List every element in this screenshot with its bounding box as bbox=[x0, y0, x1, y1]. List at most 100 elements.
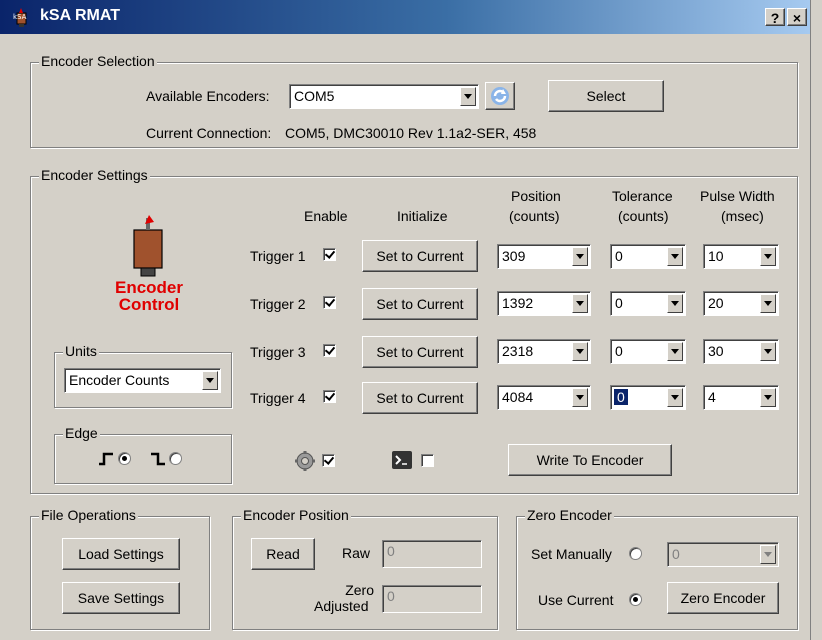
position-header-1: Position bbox=[511, 188, 561, 204]
pulse-width-header-1: Pulse Width bbox=[700, 188, 775, 204]
chevron-down-icon[interactable] bbox=[760, 342, 776, 361]
chevron-down-icon[interactable] bbox=[667, 342, 683, 361]
available-encoders-label: Available Encoders: bbox=[146, 88, 270, 104]
trigger-3-set-button[interactable]: Set to Current bbox=[362, 336, 478, 368]
load-settings-button[interactable]: Load Settings bbox=[62, 538, 180, 570]
encoder-control-logo: Encoder Control bbox=[104, 279, 194, 313]
trigger-3-tolerance-select[interactable]: 0 bbox=[610, 339, 686, 364]
chevron-down-icon[interactable] bbox=[572, 294, 588, 313]
read-button[interactable]: Read bbox=[251, 538, 315, 570]
console-icon bbox=[392, 451, 412, 469]
zero-encoder-button[interactable]: Zero Encoder bbox=[667, 582, 779, 614]
chevron-down-icon[interactable] bbox=[572, 247, 588, 266]
chevron-down-icon[interactable] bbox=[760, 388, 776, 407]
chevron-down-icon[interactable] bbox=[202, 371, 218, 390]
chevron-down-icon[interactable] bbox=[667, 294, 683, 313]
trigger-4-tolerance-select[interactable]: 0 bbox=[610, 385, 686, 410]
zero-encoder-legend: Zero Encoder bbox=[525, 507, 614, 523]
trigger-2-position-value: 1392 bbox=[502, 295, 534, 311]
chevron-down-icon[interactable] bbox=[667, 388, 683, 407]
window-right-frame bbox=[810, 0, 822, 640]
trigger-4-pulse-value: 4 bbox=[708, 389, 716, 405]
encoder-settings-legend: Encoder Settings bbox=[39, 167, 150, 183]
trigger-1-label: Trigger 1 bbox=[250, 248, 306, 264]
select-button[interactable]: Select bbox=[548, 80, 664, 112]
chevron-down-icon[interactable] bbox=[667, 247, 683, 266]
set-manually-value: 0 bbox=[672, 546, 680, 562]
edge-legend: Edge bbox=[63, 425, 100, 441]
units-legend: Units bbox=[63, 343, 99, 359]
trigger-3-tolerance-value: 0 bbox=[615, 343, 623, 359]
initialize-header: Initialize bbox=[397, 208, 448, 224]
enable-header: Enable bbox=[304, 208, 348, 224]
current-connection-label: Current Connection: bbox=[146, 125, 272, 141]
raw-label: Raw bbox=[342, 545, 371, 561]
app-logo-icon: kSA bbox=[13, 8, 27, 27]
trigger-4-set-button[interactable]: Set to Current bbox=[362, 382, 478, 414]
chevron-down-icon[interactable] bbox=[760, 545, 776, 564]
trigger-2-pulse-select[interactable]: 20 bbox=[703, 291, 779, 316]
close-button[interactable]: × bbox=[787, 8, 807, 26]
trigger-1-set-button[interactable]: Set to Current bbox=[362, 240, 478, 272]
chevron-down-icon[interactable] bbox=[760, 294, 776, 313]
encoder-selection-legend: Encoder Selection bbox=[39, 53, 157, 69]
trigger-4-tolerance-value: 0 bbox=[613, 388, 629, 406]
refresh-button[interactable] bbox=[485, 82, 515, 110]
trigger-4-position-value: 4084 bbox=[502, 389, 534, 405]
trigger-1-tolerance-value: 0 bbox=[615, 248, 623, 264]
trigger-1-position-value: 309 bbox=[502, 248, 526, 264]
raw-value-field: 0 bbox=[382, 540, 482, 568]
trigger-4-pulse-select[interactable]: 4 bbox=[703, 385, 779, 410]
window-title: kSA RMAT bbox=[40, 7, 120, 24]
gear-checkbox[interactable] bbox=[322, 454, 335, 467]
chevron-down-icon[interactable] bbox=[460, 87, 476, 106]
trigger-3-position-value: 2318 bbox=[502, 343, 534, 359]
zero-label-line-1: Zero bbox=[345, 582, 374, 598]
console-checkbox[interactable] bbox=[421, 454, 434, 467]
svg-text:kSA: kSA bbox=[13, 13, 27, 21]
trigger-2-position-select[interactable]: 1392 bbox=[497, 291, 591, 316]
set-manually-label: Set Manually bbox=[531, 546, 612, 562]
help-button[interactable]: ? bbox=[765, 8, 785, 26]
falling-edge-radio[interactable] bbox=[169, 452, 182, 465]
available-encoders-select[interactable]: COM5 bbox=[289, 84, 479, 109]
encoder-position-legend: Encoder Position bbox=[241, 507, 351, 523]
current-connection-value: COM5, DMC30010 Rev 1.1a2-SER, 458 bbox=[285, 125, 537, 141]
tolerance-header-1: Tolerance bbox=[612, 188, 673, 204]
trigger-1-position-select[interactable]: 309 bbox=[497, 244, 591, 269]
falling-edge-icon bbox=[151, 452, 165, 466]
trigger-2-enable-checkbox[interactable] bbox=[323, 296, 336, 309]
trigger-3-pulse-select[interactable]: 30 bbox=[703, 339, 779, 364]
encoder-device-icon bbox=[133, 215, 163, 277]
units-select[interactable]: Encoder Counts bbox=[64, 368, 221, 393]
zero-label-line-2: Adjusted bbox=[314, 598, 369, 614]
title-bar[interactable]: kSA kSA RMAT ? × bbox=[0, 0, 810, 34]
trigger-2-set-button[interactable]: Set to Current bbox=[362, 288, 478, 320]
trigger-3-position-select[interactable]: 2318 bbox=[497, 339, 591, 364]
chevron-down-icon[interactable] bbox=[572, 342, 588, 361]
chevron-down-icon[interactable] bbox=[572, 388, 588, 407]
refresh-icon bbox=[491, 87, 509, 105]
use-current-label: Use Current bbox=[538, 592, 614, 608]
edge-group: Edge bbox=[54, 425, 232, 484]
trigger-4-position-select[interactable]: 4084 bbox=[497, 385, 591, 410]
trigger-1-enable-checkbox[interactable] bbox=[323, 248, 336, 261]
trigger-4-enable-checkbox[interactable] bbox=[323, 390, 336, 403]
trigger-2-pulse-value: 20 bbox=[708, 295, 724, 311]
file-operations-legend: File Operations bbox=[39, 507, 138, 523]
trigger-3-enable-checkbox[interactable] bbox=[323, 344, 336, 357]
save-settings-button[interactable]: Save Settings bbox=[62, 582, 180, 614]
trigger-1-tolerance-select[interactable]: 0 bbox=[610, 244, 686, 269]
logo-line-2: Control bbox=[118, 295, 180, 314]
rising-edge-radio[interactable] bbox=[118, 452, 131, 465]
app-window: kSA kSA RMAT ? × Encoder Selection Avail… bbox=[0, 0, 822, 640]
trigger-3-label: Trigger 3 bbox=[250, 344, 306, 360]
set-manually-select[interactable]: 0 bbox=[667, 542, 779, 567]
chevron-down-icon[interactable] bbox=[760, 247, 776, 266]
trigger-2-tolerance-select[interactable]: 0 bbox=[610, 291, 686, 316]
set-manually-radio[interactable] bbox=[629, 547, 642, 560]
trigger-3-pulse-value: 30 bbox=[708, 343, 724, 359]
write-to-encoder-button[interactable]: Write To Encoder bbox=[508, 444, 672, 476]
trigger-1-pulse-select[interactable]: 10 bbox=[703, 244, 779, 269]
use-current-radio[interactable] bbox=[629, 593, 642, 606]
